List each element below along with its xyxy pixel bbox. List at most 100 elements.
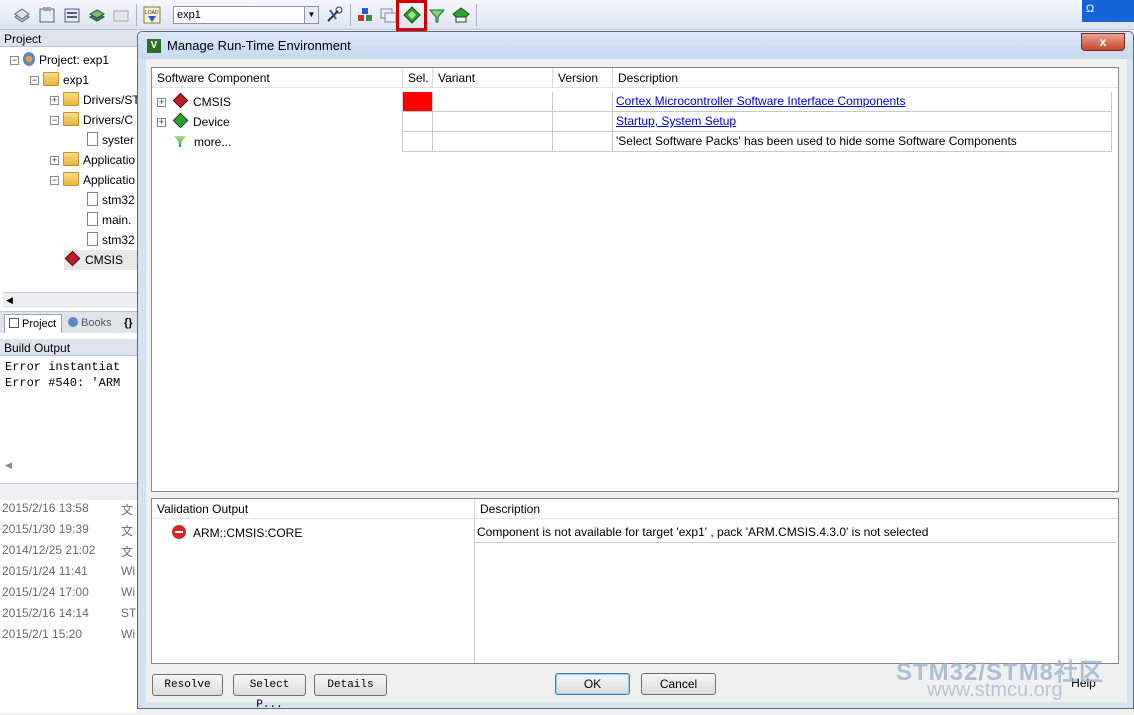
tree-item-file[interactable]: stm32 (87, 190, 135, 210)
project-tab-icon (9, 318, 19, 328)
list-item[interactable]: 2015/1/30 19:39 文 (2, 522, 133, 542)
history-type: Wi (121, 585, 135, 599)
collapse-icon[interactable]: − (30, 76, 39, 85)
version-cell (552, 132, 612, 152)
history-type: ST (121, 606, 137, 620)
target-select[interactable]: exp1 ▼ (173, 6, 319, 24)
build-output-title: Build Output (0, 339, 137, 356)
list-item[interactable]: 2015/2/16 13:58 文 (2, 501, 133, 521)
selection-cell[interactable] (402, 112, 432, 132)
scroll-left-icon[interactable]: ◀ (6, 295, 13, 306)
list-item[interactable]: 2014/12/25 21:02 文 (2, 543, 133, 563)
target-options-icon[interactable] (324, 5, 344, 25)
component-row-cmsis[interactable]: + CMSIS (157, 92, 231, 112)
history-date: 2014/12/25 21:02 (2, 543, 96, 557)
tree-item-label: Applicatio (83, 173, 136, 187)
collapse-icon[interactable]: − (50, 116, 59, 125)
tree-item-group[interactable]: − Drivers/C (50, 110, 133, 130)
list-item[interactable]: 2015/2/16 14:14 ST (2, 606, 136, 626)
column-header[interactable]: Software Component (152, 68, 402, 88)
history-type: Wi (121, 564, 135, 578)
description-cell: Cortex Microcontroller Software Interfac… (612, 92, 1112, 112)
translate-icon[interactable] (12, 5, 32, 25)
build-output-line: Error instantiat (5, 360, 121, 374)
list-item[interactable]: 2015/1/24 17:00 Wi (2, 585, 135, 605)
green-diamond-icon (172, 112, 189, 129)
error-stop-icon (172, 525, 186, 539)
select-packs-button[interactable]: Select P... (233, 674, 306, 711)
red-diamond-icon (172, 92, 189, 109)
download-icon[interactable]: LOAD (142, 5, 162, 25)
component-name: CMSIS (193, 95, 232, 109)
tree-item-target[interactable]: − exp1 (30, 70, 89, 90)
tree-item-label: main. (102, 213, 132, 227)
manage-rte-icon[interactable] (402, 5, 422, 25)
file-extensions-icon[interactable] (355, 5, 375, 25)
chevron-down-icon[interactable]: ▼ (304, 7, 318, 23)
rebuild-icon[interactable] (62, 5, 82, 25)
description-link[interactable]: Cortex Microcontroller Software Interfac… (616, 94, 905, 108)
details-button[interactable]: Details (314, 674, 387, 696)
history-date: 2015/2/16 14:14 (2, 606, 89, 620)
tab-label: Books (81, 317, 112, 329)
resolve-button[interactable]: Resolve (152, 674, 223, 696)
build-output-text[interactable]: Error instantiat Error #540: 'ARM ◀ (0, 357, 137, 471)
column-header[interactable]: Validation Output (152, 499, 474, 519)
ok-button[interactable]: OK (555, 673, 630, 695)
select-packs-icon[interactable] (427, 5, 447, 25)
close-button[interactable]: x (1081, 33, 1125, 51)
history-date: 2015/2/1 15:20 (2, 627, 83, 641)
pack-installer-icon[interactable] (451, 5, 471, 25)
expand-icon[interactable]: + (50, 156, 59, 165)
horizontal-scrollbar[interactable]: ◀ (3, 292, 137, 308)
expand-icon[interactable]: + (157, 98, 166, 107)
validation-description: Component is not available for target 'e… (474, 523, 1116, 543)
selection-cell (402, 132, 432, 152)
scroll-left-icon[interactable]: ◀ (5, 461, 12, 471)
tree-item-label: stm32 (102, 233, 135, 247)
version-cell (552, 92, 612, 112)
component-row-more[interactable]: more... (172, 132, 231, 152)
variant-cell[interactable] (432, 112, 552, 132)
tree-item-project[interactable]: − Project: exp1 (10, 50, 109, 70)
stop-build-icon[interactable] (111, 5, 131, 25)
version-cell (552, 112, 612, 132)
component-row-device[interactable]: + Device (157, 112, 230, 132)
collapse-icon[interactable]: − (10, 56, 19, 65)
cancel-button[interactable]: Cancel (641, 673, 716, 695)
tab-books[interactable]: Books (64, 314, 120, 333)
tree-item-file[interactable]: syster (87, 130, 134, 150)
tree-item-group[interactable]: + Drivers/ST (50, 90, 140, 110)
column-header[interactable]: Variant (432, 68, 552, 88)
validation-row[interactable]: ARM::CMSIS:CORE (172, 523, 302, 543)
tree-item-group[interactable]: + Applicatio (50, 150, 135, 170)
tree-item-component[interactable]: CMSIS (64, 250, 138, 270)
manage-multi-project-icon[interactable] (378, 5, 398, 25)
column-header[interactable]: Description (612, 68, 1118, 88)
component-name: more... (194, 135, 232, 149)
list-item[interactable]: 2015/1/24 11:41 Wi (2, 564, 135, 584)
history-type: 文 (121, 524, 134, 538)
tree-item-group[interactable]: − Applicatio (50, 170, 135, 190)
expand-icon[interactable]: + (50, 96, 59, 105)
description-link[interactable]: Startup, System Setup (616, 114, 736, 128)
selection-cell-error[interactable] (402, 92, 432, 112)
variant-cell[interactable] (432, 92, 552, 112)
expand-icon[interactable]: + (157, 118, 166, 127)
tab-project[interactable]: Project (4, 314, 62, 333)
tree-item-file[interactable]: main. (87, 210, 131, 230)
batch-build-icon[interactable] (87, 5, 107, 25)
dialog-title-bar[interactable]: V Manage Run-Time Environment x (138, 32, 1133, 59)
history-type: Wi (121, 627, 135, 641)
build-icon[interactable] (37, 5, 57, 25)
file-icon (87, 212, 98, 226)
list-item[interactable]: 2015/2/1 15:20 Wi (2, 627, 135, 647)
tree-item-label: Drivers/C (83, 113, 133, 127)
collapse-icon[interactable]: − (50, 176, 59, 185)
tree-item-file[interactable]: stm32 (87, 230, 135, 250)
column-header[interactable]: Version (552, 68, 612, 88)
column-header[interactable]: Description (474, 499, 1118, 519)
column-header[interactable]: Sel. (402, 68, 432, 88)
history-date: 2015/1/30 19:39 (2, 522, 89, 536)
tab-functions[interactable]: {} (120, 314, 137, 333)
